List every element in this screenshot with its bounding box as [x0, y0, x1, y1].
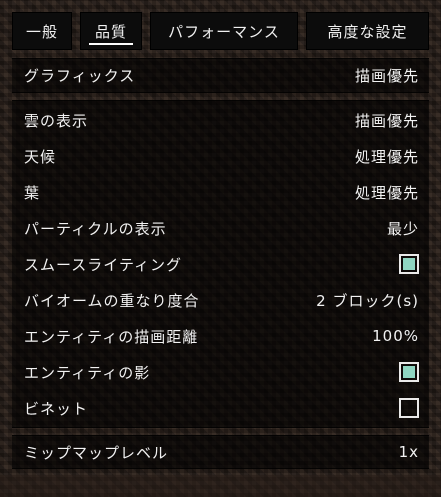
setting-row-vignette[interactable]: ビネット: [24, 390, 419, 426]
setting-row-mipmap[interactable]: ミップマップレベル 1x: [24, 434, 419, 470]
particles-label: パーティクルの表示: [24, 219, 167, 238]
entity-distance-value[interactable]: 100%: [372, 327, 419, 345]
setting-row-smooth-lighting[interactable]: スムースライティング: [24, 246, 419, 282]
settings-tab-bar: 一般 品質 パフォーマンス 高度な設定: [12, 12, 429, 50]
graphics-label: グラフィックス: [24, 66, 136, 85]
clouds-label: 雲の表示: [24, 111, 89, 130]
setting-row-clouds[interactable]: 雲の表示 描画優先: [24, 102, 419, 138]
graphics-section: グラフィックス 描画優先: [12, 58, 429, 93]
tab-performance[interactable]: パフォーマンス: [150, 12, 298, 50]
weather-label: 天候: [24, 147, 57, 166]
tab-general[interactable]: 一般: [12, 12, 72, 50]
graphics-setting-row[interactable]: グラフィックス 描画優先: [24, 57, 419, 93]
mipmap-section: ミップマップレベル 1x: [12, 435, 429, 469]
setting-row-biome-blend[interactable]: バイオームの重なり度合 2 ブロック(s): [24, 282, 419, 318]
setting-row-leaves[interactable]: 葉 処理優先: [24, 174, 419, 210]
tab-quality[interactable]: 品質: [80, 12, 142, 50]
graphics-value[interactable]: 描画優先: [355, 65, 419, 86]
weather-value[interactable]: 処理優先: [355, 146, 419, 167]
entity-shadows-checkbox[interactable]: [399, 362, 419, 382]
setting-row-weather[interactable]: 天候 処理優先: [24, 138, 419, 174]
vignette-label: ビネット: [24, 399, 89, 418]
biome-blend-label: バイオームの重なり度合: [24, 291, 200, 310]
leaves-label: 葉: [24, 183, 41, 202]
mipmap-value[interactable]: 1x: [399, 443, 419, 461]
setting-row-entity-shadows[interactable]: エンティティの影: [24, 354, 419, 390]
entity-shadows-label: エンティティの影: [24, 363, 151, 382]
setting-row-particles[interactable]: パーティクルの表示 最少: [24, 210, 419, 246]
setting-row-entity-distance[interactable]: エンティティの描画距離 100%: [24, 318, 419, 354]
tab-advanced[interactable]: 高度な設定: [306, 12, 429, 50]
smooth-lighting-label: スムースライティング: [24, 255, 183, 274]
background-edge: [0, 475, 441, 497]
vignette-checkbox[interactable]: [399, 398, 419, 418]
entity-distance-label: エンティティの描画距離: [24, 327, 199, 346]
leaves-value[interactable]: 処理優先: [355, 182, 419, 203]
biome-blend-value[interactable]: 2 ブロック(s): [316, 290, 419, 311]
mipmap-label: ミップマップレベル: [24, 443, 169, 462]
particles-value[interactable]: 最少: [387, 218, 419, 239]
smooth-lighting-checkbox[interactable]: [399, 254, 419, 274]
clouds-value[interactable]: 描画優先: [355, 110, 419, 131]
quality-settings-list: 雲の表示 描画優先 天候 処理優先 葉 処理優先 パーティクルの表示 最少 スム…: [12, 100, 429, 428]
